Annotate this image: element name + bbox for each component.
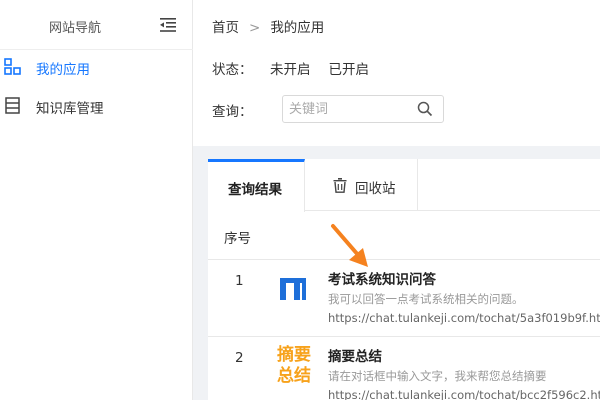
app-root: 网站导航 我的应用 知识库管理 首页 > 我的应用 状态： 未开启 已开启 查询… [0, 0, 600, 400]
tab-query-results[interactable]: 查询结果 [208, 159, 305, 212]
table-row[interactable]: 1 考试系统知识问答 我可以回答一点考试系统相关的问题。 https://cha… [208, 259, 600, 335]
logo-line-1: 摘要 [277, 345, 311, 365]
apps-icon [4, 58, 21, 75]
status-filter: 状态： 未开启 已开启 [212, 58, 387, 78]
database-icon [5, 97, 20, 114]
results-card: 查询结果 回收站 序号 1 考试系统知识问答 我可以回答一点考试系统相关的问题。… [208, 159, 600, 400]
sidebar-item-knowledge-base[interactable]: 知识库管理 [0, 86, 192, 126]
status-option-on[interactable]: 已开启 [329, 58, 370, 78]
row-index: 2 [235, 350, 244, 366]
table-row[interactable]: 2 摘要 总结 摘要总结 请在对话框中输入文字，我来帮您总结摘要 https:/… [208, 336, 600, 400]
app-description: 请在对话框中输入文字，我来帮您总结摘要 [328, 369, 547, 383]
app-url[interactable]: https://chat.tulankeji.com/tochat/bcc2f5… [328, 388, 600, 400]
summary-logo-icon: 摘要 总结 [274, 345, 314, 386]
trash-icon [333, 178, 347, 193]
query-label: 查询： [212, 104, 253, 120]
column-header-index: 序号 [224, 231, 251, 247]
app-description: 我可以回答一点考试系统相关的问题。 [328, 292, 524, 306]
breadcrumb-home[interactable]: 首页 [212, 20, 239, 36]
logo-line-2: 总结 [277, 366, 311, 386]
app-logo-icon [280, 278, 306, 300]
sidebar-item-my-apps[interactable]: 我的应用 [0, 47, 192, 87]
sidebar-item-label: 我的应用 [36, 62, 90, 78]
breadcrumb-current: 我的应用 [270, 20, 325, 36]
sidebar: 网站导航 我的应用 知识库管理 [0, 0, 193, 400]
main-content: 首页 > 我的应用 状态： 未开启已开启 查询： 查询结果 [193, 0, 600, 400]
app-name[interactable]: 摘要总结 [328, 345, 382, 365]
sidebar-header: 网站导航 [0, 0, 193, 50]
search-input[interactable] [289, 100, 414, 118]
search-box [282, 95, 444, 123]
status-option-off[interactable]: 未开启 [270, 58, 311, 78]
pointer-arrow-icon [331, 224, 368, 267]
status-label: 状态： [212, 62, 253, 78]
sidebar-title: 网站导航 [48, 21, 101, 36]
tab-bar: 查询结果 回收站 [208, 159, 600, 212]
tab-label: 查询结果 [228, 182, 282, 198]
tab-label: 回收站 [355, 181, 396, 197]
search-icon[interactable] [417, 101, 433, 117]
breadcrumb-separator: > [249, 20, 261, 36]
row-index: 1 [235, 273, 244, 289]
breadcrumb: 首页 > 我的应用 [212, 16, 324, 36]
collapse-menu-icon[interactable] [160, 18, 176, 32]
sidebar-item-label: 知识库管理 [36, 101, 104, 117]
app-url[interactable]: https://chat.tulankeji.com/tochat/5a3f01… [328, 311, 600, 325]
tab-recycle-bin[interactable]: 回收站 [305, 159, 418, 211]
filter-panel: 首页 > 我的应用 状态： 未开启 已开启 查询： [193, 0, 600, 146]
